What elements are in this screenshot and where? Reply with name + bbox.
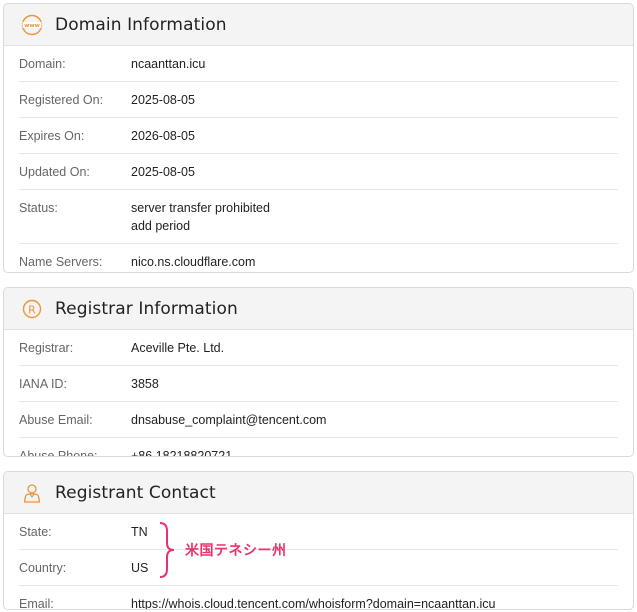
row-label: Country: bbox=[19, 561, 67, 575]
row-value: 3858 bbox=[131, 375, 159, 393]
info-row: Name Servers: nico.ns.cloudflare.com zariy… bbox=[19, 244, 618, 272]
annotation-text: 米国テネシー州 bbox=[185, 543, 287, 559]
row-value: 2025-08-05 bbox=[131, 163, 195, 181]
registrar-information-header: R Registrar Information bbox=[4, 288, 633, 330]
registrar-information-title: Registrar Information bbox=[55, 298, 238, 319]
info-row: Abuse Email: dnsabuse_complaint@tencent.c… bbox=[19, 402, 618, 438]
row-value: dnsabuse_complaint@tencent.com bbox=[131, 411, 326, 429]
www-globe-icon: www bbox=[21, 14, 43, 36]
row-value-line: Aceville Pte. Ltd. bbox=[131, 341, 225, 355]
row-value: https://whois.cloud.tencent.com/whoisfor… bbox=[131, 595, 496, 610]
domain-information-rows: Domain: ncaanttan.icu Registered On: 2025-0… bbox=[4, 46, 633, 272]
row-value-line: ncaanttan.icu bbox=[131, 57, 206, 71]
row-label: Registered On: bbox=[19, 93, 104, 107]
row-value: server transfer prohibited add period bbox=[131, 199, 270, 235]
row-value: Aceville Pte. Ltd. bbox=[131, 339, 224, 357]
curly-brace-icon bbox=[159, 522, 175, 578]
info-row: State: TN bbox=[19, 514, 618, 550]
row-label: Abuse Phone: bbox=[19, 449, 98, 457]
row-value-line: +86.18218820721 bbox=[131, 449, 233, 457]
row-value: ncaanttan.icu bbox=[131, 55, 205, 73]
row-value-line: TN bbox=[131, 525, 148, 539]
row-value-line: server transfer prohibited bbox=[131, 201, 270, 215]
row-value-line: https://whois.cloud.tencent.com/whoisfor… bbox=[131, 597, 496, 610]
row-value: 2025-08-05 bbox=[131, 91, 195, 109]
registrant-contact-header: Registrant Contact bbox=[4, 472, 633, 514]
registrant-contact-rows: State: TN Country: US Email: https://whois.cl… bbox=[4, 514, 633, 610]
domain-information-header: www Domain Information bbox=[4, 4, 633, 46]
svg-text:R: R bbox=[28, 303, 36, 316]
row-value-line: add period bbox=[131, 219, 191, 233]
info-row: Expires On: 2026-08-05 bbox=[19, 118, 618, 154]
row-label: IANA ID: bbox=[19, 377, 67, 391]
registrar-information-rows: Registrar: Aceville Pte. Ltd. IANA ID: 3858… bbox=[4, 330, 633, 457]
row-value-line: 2025-08-05 bbox=[131, 165, 195, 179]
row-value-line: US bbox=[131, 561, 149, 575]
person-icon bbox=[21, 482, 43, 504]
registrar-information-card: R Registrar Information Registrar: Acevil… bbox=[3, 287, 634, 457]
row-label: Email: bbox=[19, 597, 54, 610]
row-label: State: bbox=[19, 525, 52, 539]
row-value: nico.ns.cloudflare.com zariyah.ns.cloudfl… bbox=[131, 253, 273, 272]
row-label: Expires On: bbox=[19, 129, 85, 143]
info-row: Email: https://whois.cloud.tencent.com/wh… bbox=[19, 586, 618, 610]
domain-information-title: Domain Information bbox=[55, 14, 227, 35]
row-label: Abuse Email: bbox=[19, 413, 93, 427]
row-value-line: 2026-08-05 bbox=[131, 129, 195, 143]
info-row: Updated On: 2025-08-05 bbox=[19, 154, 618, 190]
domain-information-card: www Domain Information Domain: ncaanttan.… bbox=[3, 3, 634, 273]
svg-text:www: www bbox=[24, 23, 40, 29]
row-value-line: zariyah.ns.cloudflare.com bbox=[131, 271, 273, 272]
row-value-line: 3858 bbox=[131, 377, 159, 391]
row-label: Registrar: bbox=[19, 341, 74, 355]
info-row: Status: server transfer prohibited add per… bbox=[19, 190, 618, 244]
state-annotation: 米国テネシー州 bbox=[157, 521, 287, 579]
row-label: Status: bbox=[19, 201, 58, 215]
row-label: Updated On: bbox=[19, 165, 90, 179]
row-value-line: 2025-08-05 bbox=[131, 93, 195, 107]
info-row: Country: US bbox=[19, 550, 618, 586]
row-value: 2026-08-05 bbox=[131, 127, 195, 145]
row-value: TN bbox=[131, 523, 148, 541]
row-label: Domain: bbox=[19, 57, 66, 71]
info-row: Abuse Phone: +86.18218820721 bbox=[19, 438, 618, 457]
row-value-line: nico.ns.cloudflare.com bbox=[131, 255, 256, 269]
info-row: Registered On: 2025-08-05 bbox=[19, 82, 618, 118]
row-value-line: dnsabuse_complaint@tencent.com bbox=[131, 413, 327, 427]
info-row: Domain: ncaanttan.icu bbox=[19, 46, 618, 82]
row-value: US bbox=[131, 559, 148, 577]
row-label: Name Servers: bbox=[19, 255, 103, 269]
registrant-contact-card: Registrant Contact State: TN Country: US Ema… bbox=[3, 471, 634, 610]
info-row: IANA ID: 3858 bbox=[19, 366, 618, 402]
row-value: +86.18218820721 bbox=[131, 447, 233, 457]
info-row: Registrar: Aceville Pte. Ltd. bbox=[19, 330, 618, 366]
registrant-contact-title: Registrant Contact bbox=[55, 482, 216, 503]
registered-icon: R bbox=[21, 298, 43, 320]
